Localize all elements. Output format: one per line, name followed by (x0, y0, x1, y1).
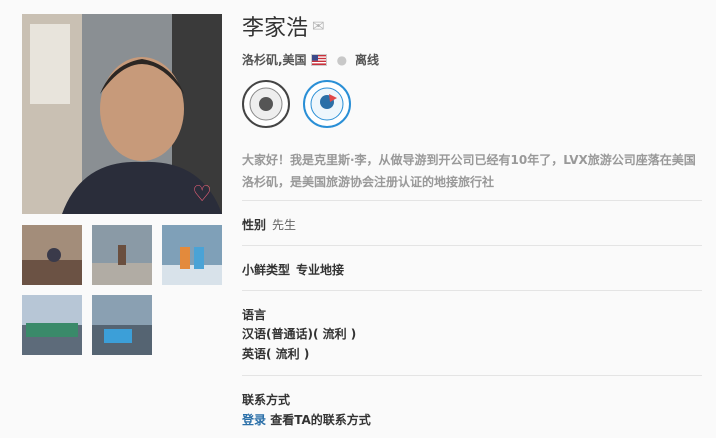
photo-thumbnail[interactable] (22, 225, 82, 285)
divider (242, 375, 702, 376)
bio-text: 大家好！我是克里斯·李，从做导游到开公司已经有10年了，LVX旅游公司座落在美国… (242, 153, 696, 189)
photo-thumbnail[interactable] (92, 225, 152, 285)
location-text: 洛杉矶,美国 (242, 53, 307, 67)
user-name: 李家浩 (242, 16, 309, 41)
guide-type-label: 小鲜类型 (242, 263, 291, 277)
contact-label: 联系方式 (242, 393, 291, 407)
location-row: 洛杉矶,美国 ● 离线 (242, 51, 379, 68)
language-item: 英语( 流利 ) (242, 347, 310, 361)
photo-thumbnail[interactable] (92, 295, 152, 355)
language-item: 汉语(普通话)( 流利 ) (242, 327, 357, 341)
divider (242, 245, 702, 246)
contact-row: 登录 查看TA的联系方式 (242, 411, 371, 428)
photo-thumbnail[interactable] (22, 295, 82, 355)
login-link[interactable]: 登录 (242, 413, 266, 427)
us-flag-icon (310, 53, 327, 66)
mail-icon[interactable]: ✉ (312, 17, 325, 35)
guide-type-field: 小鲜类型 专业地接 (242, 261, 344, 278)
member-badge-icon[interactable] (242, 80, 290, 128)
gender-field: 性别 先生 (242, 216, 296, 233)
profile-photo[interactable]: ♡ (22, 14, 222, 214)
contact-text: 查看TA的联系方式 (270, 413, 371, 427)
divider (242, 290, 702, 291)
gender-value: 先生 (272, 218, 297, 232)
user-icon: ● (336, 52, 348, 67)
expert-badge-icon[interactable] (303, 80, 351, 128)
online-status: 离线 (355, 53, 380, 67)
language-label: 语言 (242, 308, 267, 322)
gender-label: 性别 (242, 218, 267, 232)
guide-type-value: 专业地接 (296, 263, 345, 277)
favorite-heart-icon[interactable]: ♡ (192, 184, 212, 206)
photo-thumbnail[interactable] (162, 225, 222, 285)
divider (242, 200, 702, 201)
name-row: 李家浩 ✉ (242, 10, 325, 42)
